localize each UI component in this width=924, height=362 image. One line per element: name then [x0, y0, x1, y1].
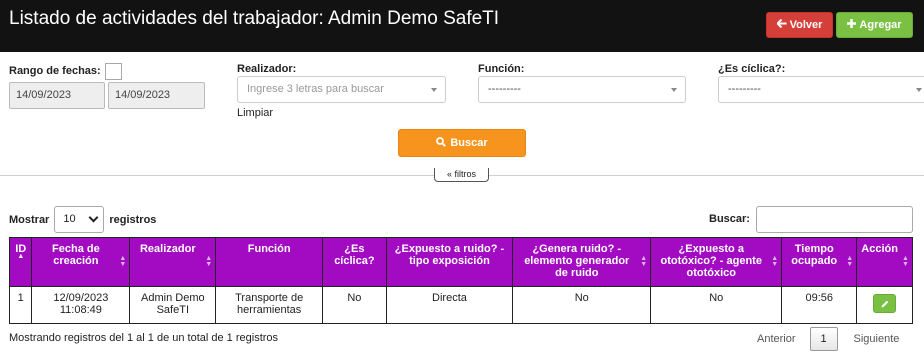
back-button[interactable]: Volver	[766, 12, 833, 38]
caret-down-icon	[916, 88, 922, 92]
cell-expuesto-ruido: Directa	[385, 286, 514, 324]
cell-realizador: Admin Demo SafeTI	[129, 286, 217, 324]
date-to-input[interactable]: 14/09/2023	[108, 82, 205, 109]
back-button-label: Volver	[789, 19, 823, 31]
search-button-label: Buscar	[450, 137, 488, 149]
caret-down-icon	[431, 88, 437, 92]
table-info: Mostrando registros del 1 al 1 de un tot…	[9, 332, 279, 344]
prev-page-button[interactable]: Anterior	[757, 333, 796, 345]
column-header-accion[interactable]: Acción ▲ ▼	[856, 237, 913, 287]
clear-link[interactable]: Limpiar	[237, 107, 273, 119]
activities-table: ID ▲ Fecha de creación ▲ ▼ Realizador ▲ ▼ …	[8, 237, 913, 324]
date-range-checkbox[interactable]	[105, 63, 122, 80]
ciclica-value: ---------	[728, 83, 761, 95]
column-header-funcion[interactable]: Función	[215, 237, 324, 287]
column-header-genera-ruido[interactable]: ¿Genera ruido? - elemento generador de r…	[512, 237, 652, 287]
arrow-left-icon	[775, 18, 787, 31]
cell-funcion: Transporte de herramientas	[215, 286, 324, 324]
cell-accion	[856, 286, 913, 324]
date-from-input[interactable]: 14/09/2023	[9, 82, 105, 109]
column-header-fecha[interactable]: Fecha de creación ▲ ▼	[31, 237, 131, 287]
column-header-ciclica[interactable]: ¿Es cíclica?	[322, 237, 387, 287]
ciclica-select[interactable]: ---------	[718, 76, 924, 103]
date-range-label: Rango de fechas:	[9, 65, 101, 77]
cell-genera-ruido: No	[512, 286, 652, 324]
funcion-select[interactable]: ---------	[478, 76, 686, 103]
realizador-label: Realizador:	[237, 63, 297, 75]
cell-id: 1	[8, 286, 33, 324]
ciclica-label: ¿Es cíclica?:	[718, 63, 786, 75]
plus-icon	[847, 19, 857, 31]
page-length-select[interactable]: 10	[54, 206, 105, 233]
records-label: registros	[109, 213, 157, 226]
sort-asc-icon: ▲	[17, 253, 25, 260]
add-button-label: Agregar	[859, 19, 902, 31]
edit-button[interactable]	[873, 294, 897, 313]
column-header-id[interactable]: ID ▲	[8, 237, 33, 287]
show-label: Mostrar	[9, 213, 50, 226]
table-search-label: Buscar:	[709, 213, 750, 225]
table-search-input[interactable]	[756, 206, 913, 233]
sort-icon: ▲ ▼	[205, 255, 213, 268]
pencil-icon	[881, 300, 889, 308]
cell-ciclica: No	[322, 286, 387, 324]
pagination: Anterior 1 Siguiente	[757, 327, 899, 351]
caret-down-icon	[671, 88, 677, 92]
filters-toggle-label: filtros	[454, 169, 477, 179]
cell-ototoxico: No	[650, 286, 783, 324]
cell-tiempo: 09:56	[781, 286, 858, 324]
column-header-expuesto-ruido[interactable]: ¿Expuesto a ruido? - tipo exposición	[385, 237, 514, 287]
sort-icon: ▲ ▼	[771, 255, 779, 268]
page-header: Listado de actividades del trabajador: A…	[0, 0, 924, 52]
column-header-tiempo[interactable]: Tiempo ocupado ▲ ▼	[781, 237, 858, 287]
column-header-realizador[interactable]: Realizador ▲ ▼	[129, 237, 217, 287]
sort-icon: ▲ ▼	[846, 255, 854, 268]
page-length-value: 10	[63, 213, 76, 225]
page-title: Listado de actividades del trabajador: A…	[9, 8, 500, 29]
sort-icon: ▲ ▼	[640, 255, 648, 268]
table-row: 1 12/09/2023 11:08:49 Admin Demo SafeTI …	[8, 286, 913, 324]
sort-icon: ▲ ▼	[119, 255, 127, 268]
cell-fecha: 12/09/2023 11:08:49	[31, 286, 131, 324]
column-header-ototoxico[interactable]: ¿Expuesto a ototóxico? - agente ototóxic…	[650, 237, 783, 287]
double-chevron-up-icon: «	[446, 169, 452, 179]
filters-toggle[interactable]: « filtros	[434, 168, 489, 182]
next-page-button[interactable]: Siguiente	[854, 333, 900, 345]
page-1-button[interactable]: 1	[809, 327, 838, 351]
funcion-label: Función:	[478, 63, 525, 75]
chevron-down-icon	[88, 212, 99, 223]
realizador-placeholder: Ingrese 3 letras para buscar	[247, 83, 384, 95]
table-header-row: ID ▲ Fecha de creación ▲ ▼ Realizador ▲ ▼ …	[8, 237, 913, 287]
sort-icon: ▲ ▼	[902, 255, 909, 268]
add-button[interactable]: Agregar	[836, 12, 913, 38]
page-length-control: Mostrar 10 registros	[9, 206, 156, 233]
search-icon	[436, 136, 447, 150]
funcion-value: ---------	[488, 83, 521, 95]
search-button[interactable]: Buscar	[398, 129, 526, 157]
realizador-select[interactable]: Ingrese 3 letras para buscar	[237, 76, 446, 103]
